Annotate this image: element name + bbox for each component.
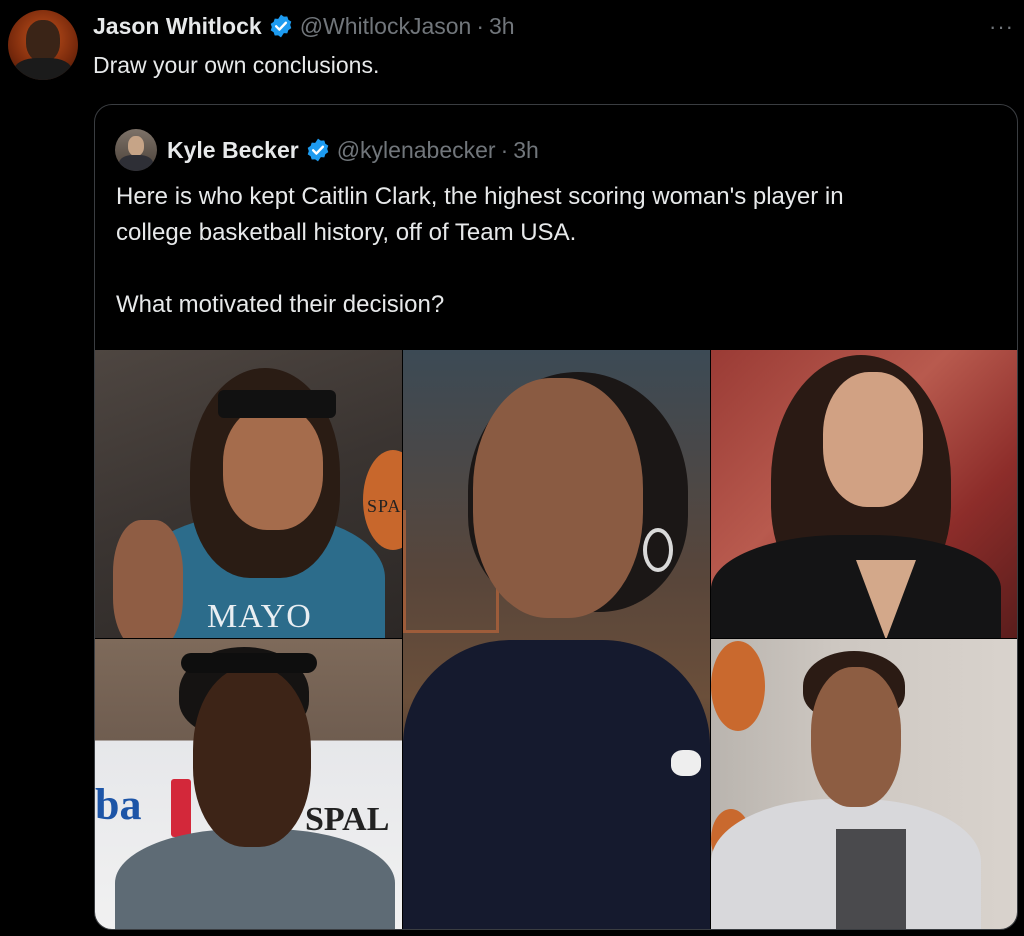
tweet-text: Draw your own conclusions. bbox=[93, 52, 380, 78]
quoted-tweet-timestamp[interactable]: 3h bbox=[513, 137, 539, 164]
quoted-tweet-text: Here is who kept Caitlin Clark, the high… bbox=[116, 179, 996, 323]
quoted-avatar-shirt bbox=[119, 155, 153, 171]
more-horizontal-icon[interactable]: ··· bbox=[989, 14, 1014, 40]
tweet-header: Jason Whitlock @WhitlockJason · 3h bbox=[93, 10, 515, 42]
quoted-author-avatar bbox=[115, 129, 157, 171]
separator-dot: · bbox=[500, 136, 509, 163]
earring bbox=[643, 528, 673, 572]
sign-text-left: ba bbox=[95, 780, 142, 829]
person-top bbox=[836, 829, 906, 929]
photo-collage[interactable]: SPA MAYO ba SPAL bbox=[95, 350, 1017, 929]
jersey-text: MAYO bbox=[207, 598, 312, 635]
verified-badge-icon bbox=[307, 138, 328, 162]
tweet-timestamp[interactable]: 3h bbox=[489, 13, 515, 40]
quoted-text-line: college basketball history, off of Team … bbox=[116, 219, 577, 246]
headband bbox=[218, 390, 336, 418]
quoted-text-line: Here is who kept Caitlin Clark, the high… bbox=[116, 183, 844, 210]
shirt-logo bbox=[671, 750, 701, 776]
photo-bottom-right[interactable] bbox=[711, 639, 1017, 929]
author-name[interactable]: Jason Whitlock bbox=[93, 13, 262, 40]
quoted-tweet-card[interactable]: Kyle Becker @kylenabecker · 3h Here is w… bbox=[94, 104, 1018, 930]
quoted-text-line: What motivated their decision? bbox=[116, 291, 445, 318]
author-handle[interactable]: @WhitlockJason bbox=[300, 13, 472, 40]
verified-badge-icon bbox=[270, 14, 291, 38]
quoted-author-name[interactable]: Kyle Becker bbox=[167, 137, 299, 164]
person-face bbox=[811, 667, 901, 807]
person-blazer bbox=[711, 535, 1001, 638]
photo-top-right[interactable] bbox=[711, 350, 1017, 638]
person-face bbox=[823, 372, 923, 507]
person-arm bbox=[113, 520, 183, 638]
author-avatar[interactable] bbox=[8, 10, 78, 80]
basketball bbox=[711, 641, 765, 731]
person-face bbox=[473, 378, 643, 618]
quoted-avatar-face bbox=[128, 136, 144, 156]
avatar-shirt bbox=[14, 58, 72, 80]
ball-logo-text: SPA bbox=[367, 496, 402, 516]
photo-bottom-left[interactable]: ba SPAL bbox=[95, 639, 402, 929]
nba-logo bbox=[171, 779, 191, 837]
avatar-face bbox=[26, 20, 60, 62]
photo-center[interactable] bbox=[403, 350, 710, 929]
person-face bbox=[193, 667, 311, 847]
quoted-tweet-header: Kyle Becker @kylenabecker · 3h bbox=[115, 129, 539, 171]
separator-dot: · bbox=[476, 12, 484, 39]
photo-top-left[interactable]: SPA MAYO bbox=[95, 350, 402, 638]
headband bbox=[181, 653, 317, 673]
quoted-author-handle[interactable]: @kylenabecker bbox=[337, 137, 496, 164]
person-face bbox=[223, 405, 323, 530]
person-shirt bbox=[403, 640, 710, 929]
